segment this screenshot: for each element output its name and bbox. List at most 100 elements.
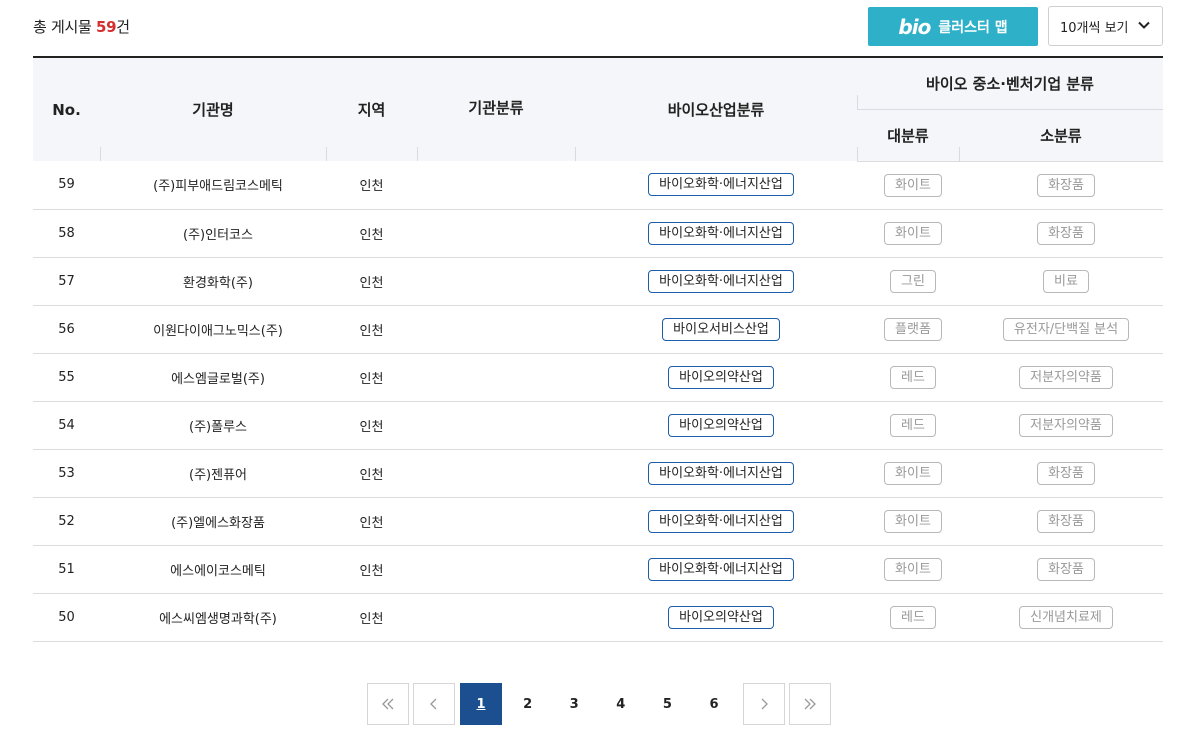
row-major-cell: 레드 (857, 593, 959, 642)
row-major-cell: 플랫폼 (857, 305, 959, 354)
row-org-type (417, 449, 575, 498)
industry-tag: 바이오의약산업 (668, 605, 774, 629)
page-1-button[interactable]: 1 (460, 683, 502, 725)
col-header-no: No. (33, 56, 100, 161)
pagination: 123456 (367, 683, 835, 725)
table-row[interactable]: 58 (주)인터코스 인천 바이오화학·에너지산업 화이트 화장품 (33, 209, 1164, 258)
chevron-right-icon (761, 698, 768, 710)
page-numbers: 123456 (460, 683, 740, 725)
page-5-button[interactable]: 5 (646, 683, 688, 725)
row-minor-cell: 비료 (959, 257, 1164, 306)
row-no: 58 (33, 209, 100, 258)
row-org-type (417, 545, 575, 594)
row-no: 50 (33, 593, 100, 642)
minor-class-tag: 비료 (1043, 269, 1089, 293)
row-region: 인천 (326, 545, 417, 594)
minor-class-tag: 저분자의약품 (1019, 413, 1113, 437)
row-industry-cell: 바이오화학·에너지산업 (575, 497, 857, 546)
industry-tag: 바이오화학·에너지산업 (648, 221, 794, 245)
org-name-link[interactable]: (주)피부애드림코스메틱 (100, 161, 326, 210)
minor-class-tag: 화장품 (1037, 173, 1095, 197)
cluster-map-label: 클러스터 맵 (938, 19, 1008, 36)
company-table: No. 기관명 지역 기관분류 바이오산업분류 바이오 중소·벤처기업 분류 대… (33, 56, 1164, 642)
double-chevron-right-icon (804, 698, 816, 710)
industry-tag: 바이오화학·에너지산업 (648, 461, 794, 485)
col-header-region: 지역 (326, 56, 417, 162)
total-count-label: 총 게시물 59건 (33, 16, 130, 37)
total-prefix: 총 게시물 (33, 18, 92, 36)
minor-class-tag: 저분자의약품 (1019, 365, 1113, 389)
table-row[interactable]: 52 (주)엘에스화장품 인천 바이오화학·에너지산업 화이트 화장품 (33, 497, 1164, 546)
table-row[interactable]: 53 (주)젠퓨어 인천 바이오화학·에너지산업 화이트 화장품 (33, 449, 1164, 498)
row-industry-cell: 바이오화학·에너지산업 (575, 449, 857, 498)
table-row[interactable]: 56 이원다이애그노믹스(주) 인천 바이오서비스산업 플랫폼 유전자/단백질 분석 (33, 305, 1164, 354)
row-org-type (417, 161, 575, 210)
page-size-value: 10개씩 보기 (1060, 20, 1129, 36)
minor-class-tag: 화장품 (1037, 557, 1095, 581)
major-class-tag: 화이트 (884, 173, 942, 197)
col-header-minor: 소분류 (959, 109, 1164, 162)
major-class-tag: 화이트 (884, 221, 942, 245)
table-row[interactable]: 55 에스엠글로벌(주) 인천 바이오의약산업 레드 저분자의약품 (33, 353, 1164, 402)
double-chevron-left-icon (382, 698, 394, 710)
page-4-button[interactable]: 4 (600, 683, 642, 725)
row-industry-cell: 바이오의약산업 (575, 593, 857, 642)
row-region: 인천 (326, 401, 417, 450)
industry-tag: 바이오의약산업 (668, 365, 774, 389)
page-6-button[interactable]: 6 (693, 683, 735, 725)
industry-tag: 바이오화학·에너지산업 (648, 269, 794, 293)
org-name-link[interactable]: (주)인터코스 (100, 209, 326, 258)
row-minor-cell: 화장품 (959, 161, 1164, 210)
bio-logo-icon: bio (898, 14, 931, 39)
row-no: 54 (33, 401, 100, 450)
list-toolbar: 총 게시물 59건 bio 클러스터 맵 10개씩 보기 (33, 0, 1163, 52)
org-name-link[interactable]: 환경화학(주) (100, 257, 326, 306)
row-minor-cell: 화장품 (959, 449, 1164, 498)
org-name-link[interactable]: 이원다이애그노믹스(주) (100, 305, 326, 354)
row-major-cell: 화이트 (857, 161, 959, 210)
table-row[interactable]: 59 (주)피부애드림코스메틱 인천 바이오화학·에너지산업 화이트 화장품 (33, 161, 1164, 210)
cluster-map-button[interactable]: bio 클러스터 맵 (868, 7, 1038, 46)
row-major-cell: 화이트 (857, 545, 959, 594)
page-size-select[interactable]: 10개씩 보기 (1048, 6, 1163, 46)
org-name-link[interactable]: (주)폴루스 (100, 401, 326, 450)
row-no: 51 (33, 545, 100, 594)
org-name-link[interactable]: (주)엘에스화장품 (100, 497, 326, 546)
page-2-button[interactable]: 2 (507, 683, 549, 725)
prev-page-button[interactable] (413, 683, 455, 725)
row-org-type (417, 353, 575, 402)
minor-class-tag: 신개념치료제 (1019, 605, 1113, 629)
row-no: 55 (33, 353, 100, 402)
table-row[interactable]: 57 환경화학(주) 인천 바이오화학·에너지산업 그린 비료 (33, 257, 1164, 306)
org-name-link[interactable]: 에스엠글로벌(주) (100, 353, 326, 402)
row-no: 56 (33, 305, 100, 354)
table-row[interactable]: 50 에스씨엠생명과학(주) 인천 바이오의약산업 레드 신개념치료제 (33, 593, 1164, 642)
org-name-link[interactable]: (주)젠퓨어 (100, 449, 326, 498)
row-minor-cell: 저분자의약품 (959, 401, 1164, 450)
row-org-type (417, 593, 575, 642)
industry-tag: 바이오화학·에너지산업 (648, 557, 794, 581)
row-major-cell: 레드 (857, 353, 959, 402)
industry-tag: 바이오화학·에너지산업 (648, 173, 794, 197)
chevron-left-icon (430, 698, 437, 710)
row-industry-cell: 바이오의약산업 (575, 401, 857, 450)
row-org-type (417, 257, 575, 306)
org-name-link[interactable]: 에스에이코스메틱 (100, 545, 326, 594)
minor-class-tag: 유전자/단백질 분석 (1002, 317, 1130, 341)
row-industry-cell: 바이오화학·에너지산업 (575, 209, 857, 258)
first-page-button[interactable] (367, 683, 409, 725)
row-minor-cell: 신개념치료제 (959, 593, 1164, 642)
row-no: 59 (33, 161, 100, 210)
last-page-button[interactable] (788, 683, 831, 725)
table-row[interactable]: 54 (주)폴루스 인천 바이오의약산업 레드 저분자의약품 (33, 401, 1164, 450)
next-page-button[interactable] (742, 683, 785, 725)
chevron-down-icon (1138, 21, 1150, 29)
row-minor-cell: 저분자의약품 (959, 353, 1164, 402)
row-major-cell: 그린 (857, 257, 959, 306)
col-header-major: 대분류 (857, 109, 959, 162)
industry-tag: 바이오서비스산업 (662, 317, 780, 341)
page-3-button[interactable]: 3 (553, 683, 595, 725)
col-header-org: 기관명 (100, 56, 326, 162)
org-name-link[interactable]: 에스씨엠생명과학(주) (100, 593, 326, 642)
table-row[interactable]: 51 에스에이코스메틱 인천 바이오화학·에너지산업 화이트 화장품 (33, 545, 1164, 594)
